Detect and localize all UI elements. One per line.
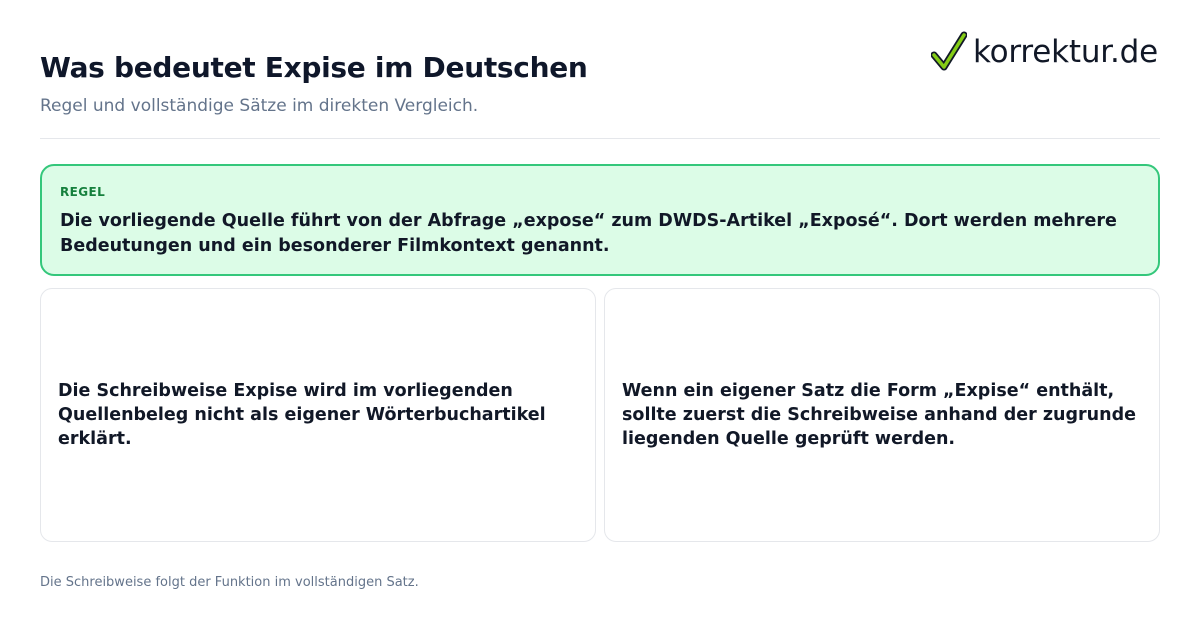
example-card-text: Wenn ein eigener Satz die Form „Expise“ … [622, 381, 1136, 449]
rule-box: REGEL Die vorliegende Quelle führt von d… [40, 164, 1160, 276]
brand-logo[interactable]: korrektur.de [930, 30, 1158, 74]
brand-name: korrektur.de [972, 34, 1158, 70]
page-header: Was bedeutet Expise im Deutschen Regel u… [40, 50, 900, 117]
rule-label: REGEL [60, 185, 106, 199]
footer-note: Die Schreibweise folgt der Funktion im v… [40, 575, 419, 590]
rule-text: Die vorliegende Quelle führt von der Abf… [60, 211, 1117, 256]
example-card-left: Die Schreibweise Expise wird im vorliege… [40, 288, 596, 542]
header-divider [40, 138, 1160, 139]
page-title: Was bedeutet Expise im Deutschen [40, 51, 588, 84]
checkmark-icon [930, 31, 967, 71]
page-subtitle: Regel und vollständige Sätze im direkten… [40, 96, 479, 116]
example-card-text: Die Schreibweise Expise wird im vorliege… [58, 381, 546, 449]
example-card-right: Wenn ein eigener Satz die Form „Expise“ … [604, 288, 1160, 542]
